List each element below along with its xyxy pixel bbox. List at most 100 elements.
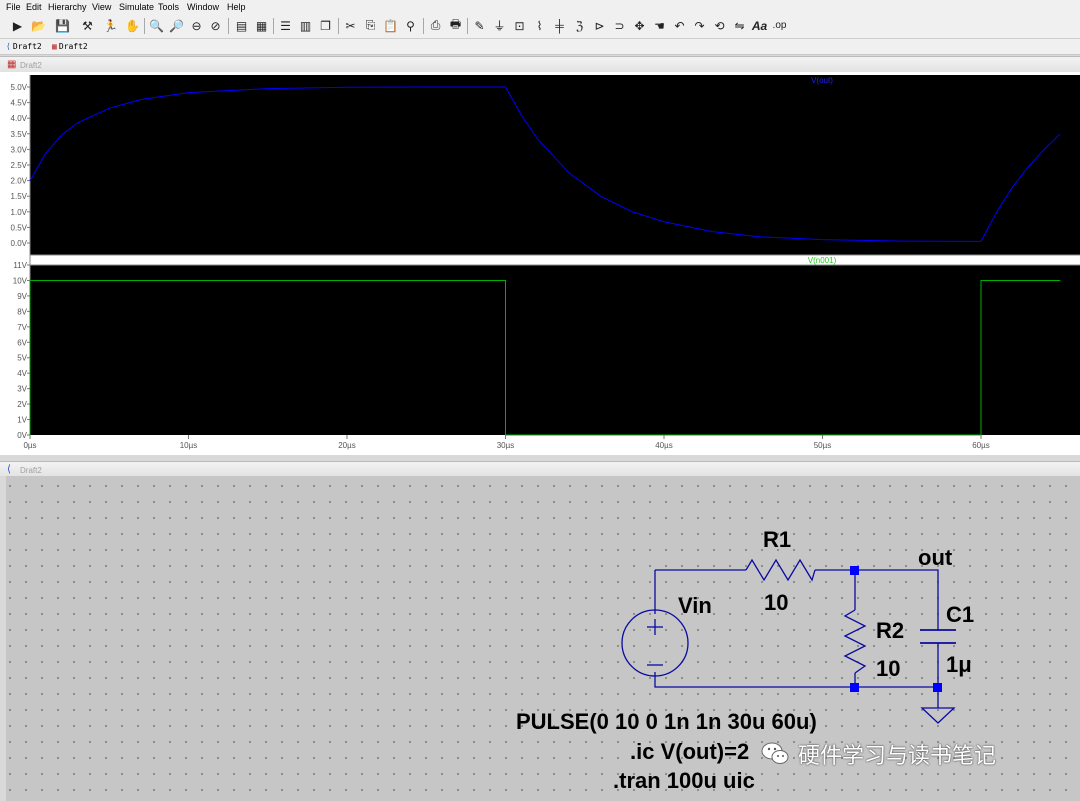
vn001-ytick-label: 0V bbox=[17, 431, 27, 440]
redo-icon[interactable]: ↷ bbox=[691, 17, 708, 34]
ground-icon[interactable]: ⏚ bbox=[491, 17, 508, 34]
tran-directive[interactable]: .tran 100u uic bbox=[613, 768, 755, 794]
paste-icon[interactable]: 📋 bbox=[382, 17, 399, 34]
xtick-label: 60µs bbox=[972, 441, 990, 450]
tile-vertical-icon[interactable]: ▥ bbox=[297, 17, 314, 34]
menu-help[interactable]: Help bbox=[227, 2, 246, 12]
vn001-ytick-label: 8V bbox=[17, 307, 27, 316]
spice-directive-icon[interactable]: .op bbox=[771, 17, 788, 34]
vin-name[interactable]: Vin bbox=[678, 593, 712, 619]
schematic-window-icon: ⟨ bbox=[7, 464, 11, 475]
zoom-out-icon[interactable]: ⊖ bbox=[188, 17, 205, 34]
vn001-ytick-label: 5V bbox=[17, 354, 27, 363]
vn001-ytick-label: 7V bbox=[17, 323, 27, 332]
copy-icon[interactable]: ⎘ bbox=[362, 17, 379, 34]
tab-label: Draft2 bbox=[58, 42, 88, 51]
capacitor-icon[interactable]: ╪ bbox=[551, 17, 568, 34]
autorange-icon[interactable]: ▤ bbox=[233, 17, 250, 34]
vout-ytick-label: 0.0V bbox=[11, 239, 28, 248]
r2-symbol[interactable] bbox=[843, 609, 867, 674]
run-icon[interactable]: 🏃 bbox=[102, 17, 119, 34]
c1-name[interactable]: C1 bbox=[946, 602, 974, 628]
c1-value[interactable]: 1μ bbox=[946, 652, 972, 678]
waveform-svg: 0.0V 0.5V 1.0V 1.5V 2.0V 2.5V 3.0V 3.5V 4.0V 4.5V… bbox=[11, 75, 1080, 450]
r1-symbol[interactable] bbox=[745, 558, 816, 582]
control-panel-icon[interactable]: ⚒ bbox=[79, 17, 96, 34]
resistor-icon[interactable]: ⌇ bbox=[531, 17, 548, 34]
move-icon[interactable]: ✥ bbox=[631, 17, 648, 34]
ground-symbol[interactable] bbox=[920, 707, 956, 724]
save-icon[interactable]: 💾 bbox=[54, 17, 71, 34]
drag-icon[interactable]: ☚ bbox=[651, 17, 668, 34]
undo-icon[interactable]: ↶ bbox=[671, 17, 688, 34]
wechat-icon bbox=[761, 742, 789, 764]
vn001-ytick-label: 2V bbox=[17, 400, 27, 409]
rotate-icon[interactable]: ⟲ bbox=[711, 17, 728, 34]
fit-icon[interactable]: ▦ bbox=[253, 17, 270, 34]
vout-ytick-label: 0.5V bbox=[11, 223, 28, 232]
r2-name[interactable]: R2 bbox=[876, 618, 904, 644]
vn001-ytick-label: 4V bbox=[17, 369, 27, 378]
menu-bar: File Edit Hierarchy View Simulate Tools … bbox=[0, 0, 1080, 14]
waveform-viewer[interactable]: 0.0V 0.5V 1.0V 1.5V 2.0V 2.5V 3.0V 3.5V 4.0V 4.5V… bbox=[0, 72, 1080, 455]
menu-view[interactable]: View bbox=[92, 2, 111, 12]
menu-hierarchy[interactable]: Hierarchy bbox=[48, 2, 87, 12]
cut-icon[interactable]: ✂ bbox=[342, 17, 359, 34]
draw-wire-icon[interactable]: ✎ bbox=[471, 17, 488, 34]
menu-tools[interactable]: Tools bbox=[158, 2, 179, 12]
label-net-icon[interactable]: ⊡ bbox=[511, 17, 528, 34]
xtick-label: 30µs bbox=[497, 441, 515, 450]
legend-vn001[interactable]: V(n001) bbox=[808, 256, 837, 265]
new-schematic-icon[interactable]: ▶ bbox=[9, 17, 26, 34]
legend-vout[interactable]: V(out) bbox=[811, 76, 833, 85]
watermark: 硬件学习与读书笔记 bbox=[760, 738, 996, 770]
text-icon[interactable]: Aa bbox=[751, 17, 768, 34]
waveform-tab-icon: ▦ bbox=[52, 42, 57, 51]
net-label-out[interactable]: out bbox=[918, 545, 952, 571]
watermark-text: 硬件学习与读书笔记 bbox=[798, 743, 997, 768]
component-icon[interactable]: ⊃ bbox=[611, 17, 628, 34]
junction bbox=[933, 683, 942, 692]
menu-simulate[interactable]: Simulate bbox=[119, 2, 154, 12]
find-icon[interactable]: ⚲ bbox=[402, 17, 419, 34]
cascade-icon[interactable]: ❐ bbox=[317, 17, 334, 34]
r2-value[interactable]: 10 bbox=[876, 656, 900, 682]
menu-edit[interactable]: Edit bbox=[26, 2, 42, 12]
r1-value[interactable]: 10 bbox=[764, 590, 788, 616]
pulse-directive[interactable]: PULSE(0 10 0 1n 1n 30u 60u) bbox=[516, 709, 817, 735]
diode-icon[interactable]: ⊳ bbox=[591, 17, 608, 34]
zoom-area-icon[interactable]: 🔎 bbox=[168, 17, 185, 34]
vn001-ytick-label: 1V bbox=[17, 416, 27, 425]
open-icon[interactable]: 📂 bbox=[30, 17, 47, 34]
schematic-window-title: Draft2 bbox=[20, 466, 42, 475]
r1-name[interactable]: R1 bbox=[763, 527, 791, 553]
tab-bar: ⟨ Draft2 ▦ Draft2 bbox=[0, 39, 1080, 55]
vn001-ytick-label: 10V bbox=[13, 276, 28, 285]
mirror-icon[interactable]: ⇋ bbox=[731, 17, 748, 34]
toolbar: ▶ 📂 💾 ⚒ 🏃 ✋ 🔍 🔎 ⊖ ⊘ ▤ ▦ ☰ ▥ ❐ ✂ ⎘ 📋 ⚲ ⎙ … bbox=[0, 14, 1080, 39]
junction bbox=[850, 683, 859, 692]
menu-file[interactable]: File bbox=[6, 2, 21, 12]
zoom-in-icon[interactable]: 🔍 bbox=[148, 17, 165, 34]
schematic-left-frame bbox=[0, 476, 6, 801]
xtick-label: 0µs bbox=[23, 441, 36, 450]
tab-schematic[interactable]: ⟨ Draft2 bbox=[6, 41, 42, 52]
zoom-cancel-icon[interactable]: ⊘ bbox=[207, 17, 224, 34]
vout-ytick-label: 1.0V bbox=[11, 208, 28, 217]
xtick-label: 10µs bbox=[180, 441, 198, 450]
menu-window[interactable]: Window bbox=[187, 2, 219, 12]
tab-waveform[interactable]: ▦ Draft2 bbox=[52, 41, 88, 52]
schematic-tab-icon: ⟨ bbox=[6, 42, 11, 51]
vn001-ytick-label: 3V bbox=[17, 385, 27, 394]
ic-directive[interactable]: .ic V(out)=2 bbox=[630, 739, 749, 765]
xtick-label: 40µs bbox=[655, 441, 673, 450]
tab-label: Draft2 bbox=[12, 42, 42, 51]
vout-ytick-label: 2.0V bbox=[11, 177, 28, 186]
waveform-window-title: Draft2 bbox=[20, 61, 42, 70]
inductor-icon[interactable]: ℨ bbox=[571, 17, 588, 34]
print-setup-icon[interactable]: 🖶 bbox=[447, 17, 464, 34]
pan-icon[interactable]: ✋ bbox=[124, 17, 141, 34]
xtick-label: 20µs bbox=[338, 441, 356, 450]
print-icon[interactable]: ⎙ bbox=[427, 17, 444, 34]
tile-horizontal-icon[interactable]: ☰ bbox=[277, 17, 294, 34]
